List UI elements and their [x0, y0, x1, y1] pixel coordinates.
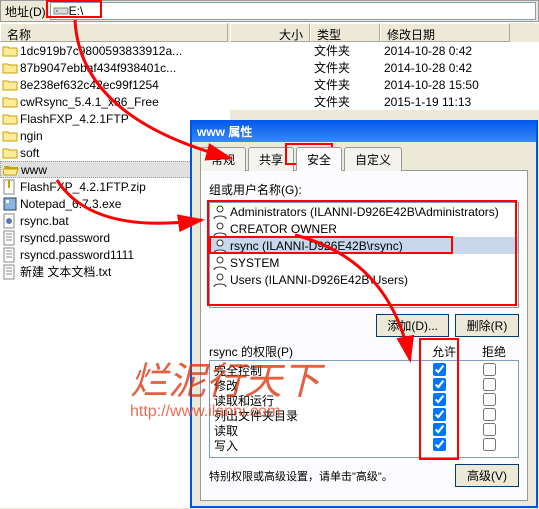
folder-icon — [2, 77, 18, 93]
tab-strip: 常规 共享 安全 自定义 — [200, 146, 528, 171]
tab-security[interactable]: 安全 — [296, 147, 342, 171]
permission-row: 读取 — [210, 423, 518, 438]
folder-icon — [2, 128, 18, 144]
user-icon — [212, 272, 228, 288]
deny-checkbox[interactable] — [483, 438, 496, 451]
address-input[interactable] — [69, 4, 533, 18]
permission-row: 列出文件夹目录 — [210, 408, 518, 423]
allow-checkbox[interactable] — [433, 438, 446, 451]
deny-checkbox[interactable] — [483, 423, 496, 436]
item-label: FlashFXP_4.2.1FTP.zip — [20, 180, 146, 194]
item-label: rsyncd.password1111 — [20, 248, 134, 262]
user-icon — [212, 204, 228, 220]
remove-button[interactable]: 删除(R) — [455, 314, 519, 337]
properties-title-text: www 属性 — [197, 123, 252, 140]
group-users-label: 组或用户名称(G): — [209, 181, 519, 198]
permission-row: 完全控制 — [210, 363, 518, 378]
txt-icon — [2, 230, 18, 246]
item-label: 87b9047ebbaf434f938401c... — [20, 61, 176, 75]
user-item[interactable]: rsync (ILANNI-D926E42B\rsync) — [210, 237, 518, 254]
item-label: ngin — [20, 129, 43, 143]
item-label: 新建 文本文档.txt — [20, 263, 111, 280]
drive-icon — [53, 2, 69, 21]
item-label: rsyncd.password — [20, 231, 110, 245]
user-item[interactable]: CREATOR OWNER — [210, 220, 518, 237]
folder-icon — [2, 94, 18, 110]
user-item[interactable]: Users (ILANNI-D926E42B\Users) — [210, 271, 518, 288]
txt-icon — [2, 247, 18, 263]
bat-icon — [2, 213, 18, 229]
user-icon — [212, 221, 228, 237]
user-icon — [212, 255, 228, 271]
detail-row[interactable]: 文件夹2015-1-19 11:13 — [230, 93, 539, 110]
zip-icon — [2, 179, 18, 195]
folder-icon — [2, 60, 18, 76]
item-label: FlashFXP_4.2.1FTP — [20, 112, 129, 126]
item-label: cwRsync_5.4.1_x86_Free — [20, 95, 159, 109]
list-item[interactable]: 8e238ef632c42ec99f1254 — [0, 76, 230, 93]
user-icon — [212, 238, 228, 254]
list-item[interactable]: 1dc919b7c9800593833912a... — [0, 42, 230, 59]
tab-custom[interactable]: 自定义 — [344, 147, 402, 171]
item-label: www — [21, 163, 47, 177]
allow-checkbox[interactable] — [433, 408, 446, 421]
item-label: soft — [20, 146, 39, 160]
user-item[interactable]: SYSTEM — [210, 254, 518, 271]
folder-icon — [2, 111, 18, 127]
permission-row: 读取和运行 — [210, 393, 518, 408]
item-label: Notepad_6.7.3.exe — [20, 197, 121, 211]
address-bar: 地址(D) — [0, 0, 539, 22]
add-button[interactable]: 添加(D)... — [376, 314, 449, 337]
permission-row: 写入 — [210, 438, 518, 453]
detail-row[interactable]: 文件夹2014-10-28 0:42 — [230, 59, 539, 76]
deny-header: 拒绝 — [469, 343, 519, 360]
folder-open-icon — [3, 162, 19, 178]
detail-list: 文件夹2014-10-28 0:42文件夹2014-10-28 0:42文件夹2… — [230, 42, 539, 110]
allow-checkbox[interactable] — [433, 378, 446, 391]
tab-general[interactable]: 常规 — [200, 147, 246, 171]
folder-icon — [2, 43, 18, 59]
permission-row: 修改 — [210, 378, 518, 393]
deny-checkbox[interactable] — [483, 408, 496, 421]
users-listbox[interactable]: Administrators (ILANNI-D926E42B\Administ… — [209, 202, 519, 308]
permissions-label: rsync 的权限(P) — [209, 343, 419, 360]
advanced-button[interactable]: 高级(V) — [455, 464, 519, 487]
list-item[interactable]: 87b9047ebbaf434f938401c... — [0, 59, 230, 76]
detail-row[interactable]: 文件夹2014-10-28 15:50 — [230, 76, 539, 93]
item-label: rsync.bat — [20, 214, 69, 228]
address-input-wrap[interactable] — [50, 2, 536, 20]
allow-checkbox[interactable] — [433, 393, 446, 406]
properties-titlebar[interactable]: www 属性 — [192, 120, 536, 142]
address-label: 地址(D) — [3, 3, 50, 20]
allow-checkbox[interactable] — [433, 363, 446, 376]
advanced-text: 特别权限或高级设置，请单击"高级"。 — [209, 468, 393, 484]
allow-checkbox[interactable] — [433, 423, 446, 436]
allow-header: 允许 — [419, 343, 469, 360]
user-item[interactable]: Administrators (ILANNI-D926E42B\Administ… — [210, 203, 518, 220]
col-header-type[interactable]: 类型 — [310, 23, 380, 42]
deny-checkbox[interactable] — [483, 378, 496, 391]
properties-window: www 属性 常规 共享 安全 自定义 组或用户名称(G): Administr… — [190, 120, 538, 508]
txt-icon — [2, 264, 18, 280]
col-header-size[interactable]: 大小 — [230, 23, 310, 42]
exe-icon — [2, 196, 18, 212]
deny-checkbox[interactable] — [483, 393, 496, 406]
col-header-date[interactable]: 修改日期 — [380, 23, 510, 42]
detail-row[interactable]: 文件夹2014-10-28 0:42 — [230, 42, 539, 59]
item-label: 1dc919b7c9800593833912a... — [20, 44, 182, 58]
list-item[interactable]: cwRsync_5.4.1_x86_Free — [0, 93, 230, 110]
folder-icon — [2, 145, 18, 161]
item-label: 8e238ef632c42ec99f1254 — [20, 78, 159, 92]
col-header-name[interactable]: 名称 — [0, 23, 228, 42]
permissions-listbox[interactable]: 完全控制修改读取和运行列出文件夹目录读取写入 — [209, 360, 519, 458]
deny-checkbox[interactable] — [483, 363, 496, 376]
tab-share[interactable]: 共享 — [248, 147, 294, 171]
